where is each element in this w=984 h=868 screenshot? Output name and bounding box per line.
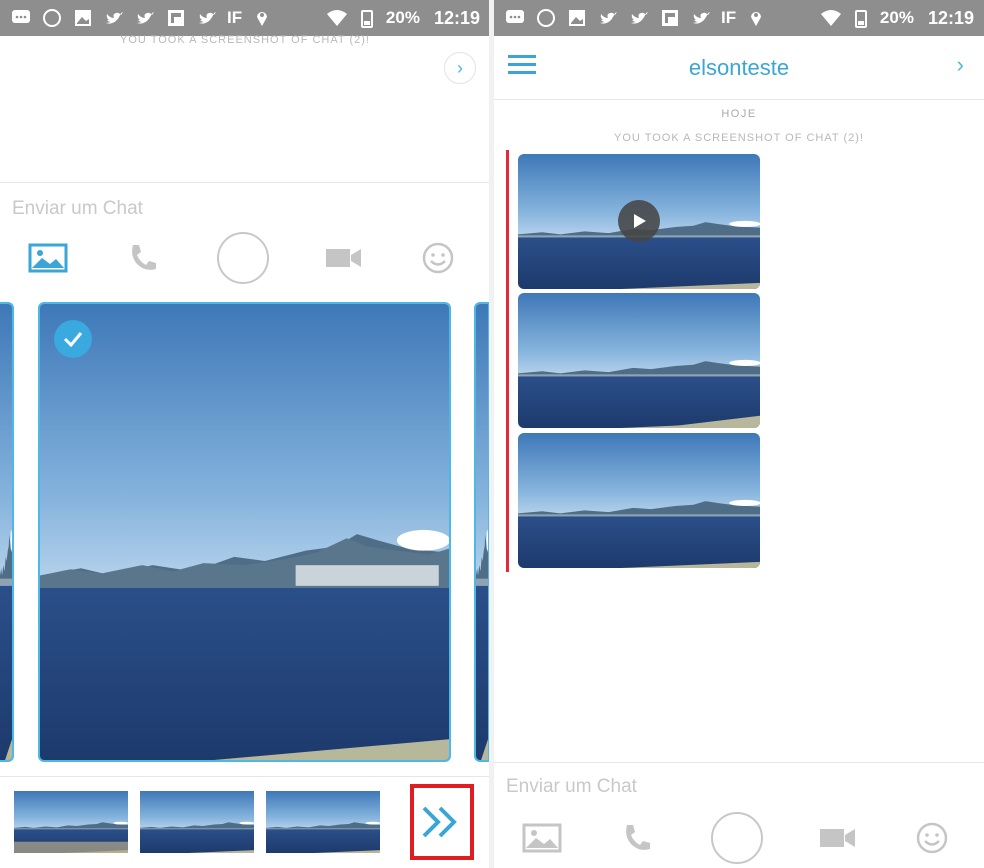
ifttt-icon: IF xyxy=(721,8,737,27)
status-icons: IF xyxy=(504,7,767,29)
forward-button[interactable]: › xyxy=(444,52,476,84)
twitter-icon xyxy=(103,7,125,29)
photo-message[interactable] xyxy=(518,293,760,428)
whatsapp-icon xyxy=(535,7,557,29)
capture-button[interactable] xyxy=(217,232,269,284)
checkmark-icon[interactable] xyxy=(54,320,92,358)
chat-toolbar xyxy=(28,232,458,284)
status-right: 20% 12:19 xyxy=(326,7,480,29)
wifi-icon xyxy=(326,7,348,29)
clock: 12:19 xyxy=(927,7,974,28)
image-icon xyxy=(72,7,94,29)
ifttt-icon: IF xyxy=(227,8,243,27)
status-icons: IF xyxy=(10,7,273,29)
photo-message[interactable] xyxy=(518,433,760,568)
thumbnail[interactable] xyxy=(140,791,254,853)
gallery-icon[interactable] xyxy=(28,238,68,278)
message-icon xyxy=(504,7,526,29)
twitter-icon xyxy=(690,7,712,29)
phone-icon[interactable] xyxy=(123,238,163,278)
selected-photo[interactable] xyxy=(38,302,451,762)
phone-icon[interactable] xyxy=(617,818,657,858)
chat-header: elsonteste › xyxy=(494,36,984,100)
sender-indicator xyxy=(506,150,509,572)
chevron-right-icon[interactable]: › xyxy=(957,52,964,78)
location-icon xyxy=(251,7,273,29)
screenshot-note: YOU TOOK A SCREENSHOT OF CHAT (2)! xyxy=(120,34,370,46)
twitter-icon xyxy=(196,7,218,29)
screenshot-note: YOU TOOK A SCREENSHOT OF CHAT (2)! xyxy=(614,132,864,144)
double-chevron-icon xyxy=(422,806,457,838)
status-right: 20% 12:19 xyxy=(820,7,974,29)
battery-icon xyxy=(850,7,872,29)
chevron-right-icon: › xyxy=(457,57,463,78)
twitter-icon xyxy=(628,7,650,29)
gallery-icon[interactable] xyxy=(522,818,562,858)
wifi-icon xyxy=(820,7,842,29)
flipboard-icon xyxy=(165,7,187,29)
video-icon[interactable] xyxy=(324,238,364,278)
thumbnail[interactable] xyxy=(14,791,128,853)
battery-percent: 20% xyxy=(385,8,420,27)
left-screen: IF 20% 12:19 YOU TOOK A SCREENSHOT OF CH… xyxy=(0,0,490,868)
chat-input[interactable]: Enviar um Chat xyxy=(12,198,143,220)
capture-circle xyxy=(217,232,269,284)
whatsapp-icon xyxy=(41,7,63,29)
emoji-icon[interactable] xyxy=(418,238,458,278)
send-button[interactable] xyxy=(410,784,474,860)
divider xyxy=(494,762,984,763)
battery-icon xyxy=(356,7,378,29)
next-photo[interactable] xyxy=(474,302,490,762)
emoji-icon[interactable] xyxy=(912,818,952,858)
chat-toolbar xyxy=(522,812,952,864)
message-icon xyxy=(10,7,32,29)
video-icon[interactable] xyxy=(818,818,858,858)
capture-button[interactable] xyxy=(711,812,763,864)
capture-circle xyxy=(711,812,763,864)
twitter-icon xyxy=(134,7,156,29)
video-message[interactable] xyxy=(518,154,760,289)
clock: 12:19 xyxy=(433,7,480,28)
previous-photo[interactable] xyxy=(0,302,14,762)
location-icon xyxy=(745,7,767,29)
battery-percent: 20% xyxy=(879,8,914,27)
divider xyxy=(0,182,490,183)
chat-title: elsonteste xyxy=(688,55,790,80)
thumbnail[interactable] xyxy=(266,791,380,853)
image-icon xyxy=(566,7,588,29)
chat-input[interactable]: Enviar um Chat xyxy=(506,776,637,798)
status-bar: IF 20% 12:19 xyxy=(494,0,984,36)
status-bar: IF 20% 12:19 xyxy=(0,0,490,36)
play-icon[interactable] xyxy=(618,200,660,242)
flipboard-icon xyxy=(659,7,681,29)
twitter-icon xyxy=(597,7,619,29)
right-screen: IF 20% 12:19 elsonteste › HOJE YOU TOOK … xyxy=(494,0,984,868)
date-label: HOJE xyxy=(721,108,757,120)
